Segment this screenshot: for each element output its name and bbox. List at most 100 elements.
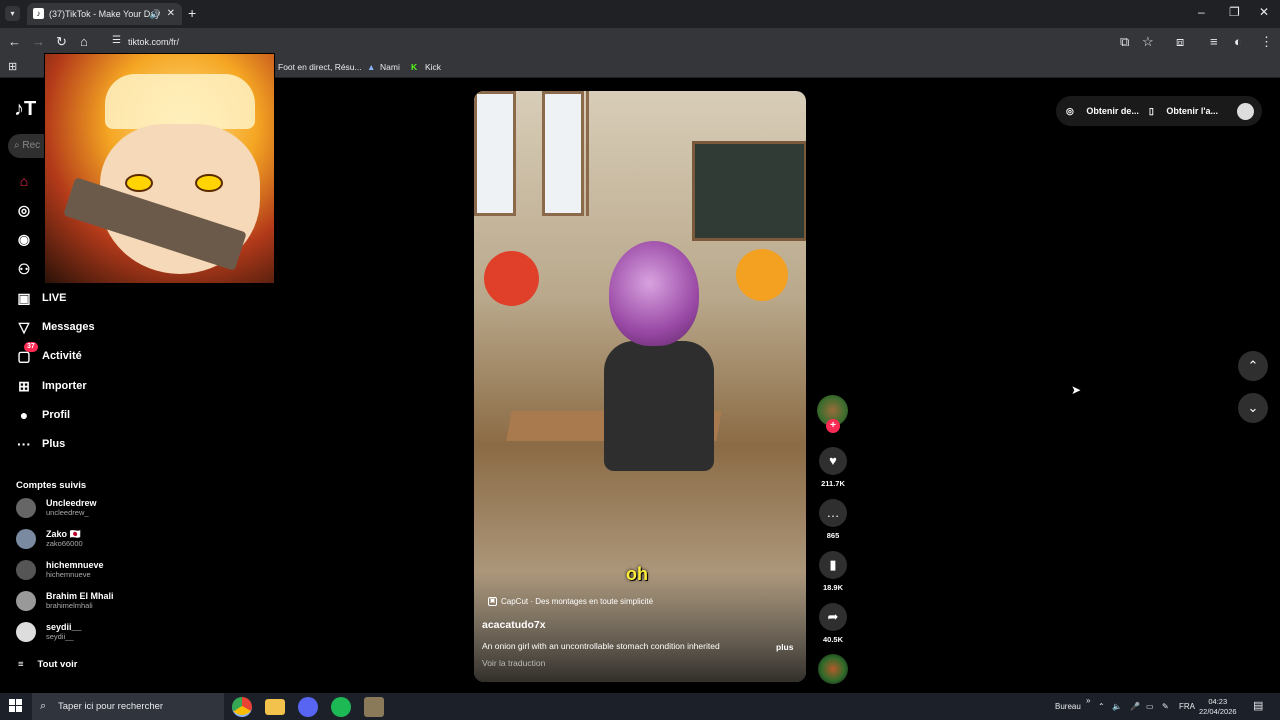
search-icon: ⌕ <box>40 700 47 712</box>
tiktok-logo[interactable]: ♪T <box>14 98 36 121</box>
profile-icon: ● <box>19 407 29 423</box>
windows-start-icon[interactable] <box>9 699 23 713</box>
back-icon[interactable]: ← <box>8 34 21 50</box>
live-icon: ▣ <box>17 290 31 306</box>
desktop-label[interactable]: Bureau <box>1055 693 1081 720</box>
taskbar-search-input[interactable]: ⌕ Taper ici pour rechercher <box>32 693 224 720</box>
followed-account[interactable]: Uncleedrew uncleedrew_ <box>16 495 97 521</box>
comment-action[interactable]: … 865 <box>817 499 849 540</box>
more-link[interactable]: plus <box>776 642 793 652</box>
pen-icon[interactable]: ✎ <box>1162 693 1169 720</box>
nav-profile[interactable]: ● Profil <box>14 403 70 427</box>
file-explorer-icon[interactable] <box>265 699 285 715</box>
share-icon[interactable]: ➦ <box>819 603 847 631</box>
site-info-icon[interactable]: ☰ <box>112 35 121 46</box>
nav-friends[interactable]: ⚇ <box>14 257 42 281</box>
nav-upload[interactable]: ⊞ Importer <box>14 374 87 398</box>
nav-explore[interactable]: ◎ <box>14 198 42 222</box>
like-action[interactable]: ♥ 211.7K <box>817 447 849 488</box>
translate-link[interactable]: Voir la traduction <box>482 658 545 668</box>
browser-tab-strip: ▾ ♪ (37)TikTok - Make Your Day 🔊 ✕ + – ❐… <box>0 0 1280 28</box>
minimize-button[interactable]: – <box>1198 5 1205 19</box>
bookmark-star-icon[interactable]: ☆ <box>1142 34 1154 50</box>
bookmark-nami[interactable]: Nami <box>380 56 400 78</box>
install-app-icon[interactable]: ⧉ <box>1120 34 1129 50</box>
reload-icon[interactable]: ↻ <box>56 34 67 50</box>
toolbar-expand-icon[interactable]: » <box>1086 687 1090 714</box>
followed-account[interactable]: Zako 🇯🇵 zako66000 <box>16 526 83 552</box>
nav-messages[interactable]: ▽ Messages <box>14 315 95 339</box>
speaker-icon[interactable]: 🔊 <box>150 3 161 25</box>
chalkboard <box>692 141 806 241</box>
mouse-cursor-icon: ➤ <box>1071 383 1082 397</box>
next-video-button[interactable]: ⌄ <box>1238 393 1268 423</box>
close-window-button[interactable]: ✕ <box>1259 5 1269 19</box>
extensions-icon[interactable]: ⧈ <box>1176 34 1184 50</box>
nav-following[interactable]: ◉ <box>14 227 42 251</box>
mic-icon[interactable]: 🎤 <box>1130 693 1140 720</box>
bookmark-foot[interactable]: Foot en direct, Résu... <box>278 56 362 78</box>
bookmark-kick[interactable]: Kick <box>425 56 441 78</box>
video-description: An onion girl with an uncontrollable sto… <box>482 641 720 651</box>
previous-video-button[interactable]: ⌃ <box>1238 351 1268 381</box>
nami-icon: ▲ <box>367 62 376 72</box>
followed-account[interactable]: Brahim El Mhali brahimelmhali <box>16 588 114 614</box>
nav-home[interactable]: ⌂ <box>14 169 42 193</box>
restore-button[interactable]: ❐ <box>1229 5 1240 19</box>
likes-count: 211.7K <box>821 479 845 488</box>
chrome-icon[interactable] <box>232 697 252 717</box>
following-title: Comptes suivis <box>16 480 87 491</box>
video-player[interactable]: oh ▣ CapCut · Des montages en toute simpl… <box>474 91 806 682</box>
video-author[interactable]: acacatudo7x <box>482 619 546 631</box>
nav-activity[interactable]: ▢ 37 Activité <box>14 342 82 368</box>
forward-icon[interactable]: → <box>32 34 45 50</box>
get-coins-button[interactable]: ◎ Obtenir de... <box>1066 106 1139 117</box>
overlay-artwork <box>44 53 275 284</box>
heart-icon[interactable]: ♥ <box>819 447 847 475</box>
messages-icon: ▽ <box>18 319 30 335</box>
comment-icon[interactable]: … <box>819 499 847 527</box>
followed-account[interactable]: hichemnueve hichemnueve <box>16 557 104 583</box>
volume-icon[interactable]: 🔈 <box>1112 693 1122 720</box>
friends-icon: ⚇ <box>17 261 31 277</box>
music-disc-icon[interactable] <box>818 654 848 684</box>
notifications-icon[interactable]: ▤ <box>1253 693 1263 720</box>
address-bar[interactable]: ☰ tiktok.com/fr/ <box>104 31 1164 53</box>
network-icon[interactable]: ▭ <box>1146 693 1154 720</box>
tray-expand-icon[interactable]: ⌃ <box>1098 693 1105 720</box>
save-action[interactable]: ▮ 18.9K <box>817 551 849 592</box>
bookmark-icon[interactable]: ▮ <box>819 551 847 579</box>
list-icon: ≡ <box>18 659 24 670</box>
discord-icon[interactable] <box>298 697 318 717</box>
comments-count: 865 <box>826 531 840 540</box>
new-tab-button[interactable]: + <box>188 5 196 21</box>
activity-badge: 37 <box>24 342 38 352</box>
see-all-button[interactable]: ≡ Tout voir <box>18 659 77 670</box>
capcut-tag[interactable]: ▣ CapCut · Des montages en toute simplici… <box>488 597 653 606</box>
tab-search-button[interactable]: ▾ <box>5 6 20 21</box>
clock[interactable]: 04:23 22/04/2026 <box>1199 697 1237 717</box>
nav-more[interactable]: ··· Plus <box>14 432 65 456</box>
url-text: tiktok.com/fr/ <box>128 37 180 47</box>
profile-browser-icon[interactable]: ◐ <box>1234 34 1242 50</box>
avatar <box>16 622 36 642</box>
follow-plus-icon[interactable]: + <box>826 419 840 433</box>
browser-tab[interactable]: ♪ (37)TikTok - Make Your Day 🔊 ✕ <box>27 3 182 25</box>
share-action[interactable]: ➦ 40.5K <box>817 603 849 644</box>
home-browser-icon[interactable]: ⌂ <box>80 34 88 50</box>
spotify-icon[interactable] <box>331 697 351 717</box>
home-icon: ⌂ <box>19 173 29 189</box>
followed-account[interactable]: seydii__ seydii__ <box>16 619 82 645</box>
media-control-icon[interactable]: ≡ <box>1210 34 1218 50</box>
game-app-icon[interactable] <box>364 697 384 717</box>
language-indicator[interactable]: FRA <box>1179 693 1195 720</box>
get-app-button[interactable]: ▯ Obtenir l'a... <box>1149 106 1218 117</box>
close-tab-icon[interactable]: ✕ <box>167 3 175 25</box>
nav-live[interactable]: ▣ LIVE <box>14 286 66 310</box>
menu-kebab-icon[interactable]: ⋮ <box>1260 34 1273 50</box>
compass-icon: ◎ <box>17 202 31 218</box>
browser-toolbar: ← → ↻ ⌂ ☰ tiktok.com/fr/ ⧉ ☆ ⧈ ≡ ◐ ⋮ <box>0 28 1280 56</box>
more-icon: ··· <box>17 436 31 452</box>
apps-grid-icon[interactable]: ⊞ <box>8 56 17 78</box>
user-avatar[interactable] <box>1237 103 1254 120</box>
